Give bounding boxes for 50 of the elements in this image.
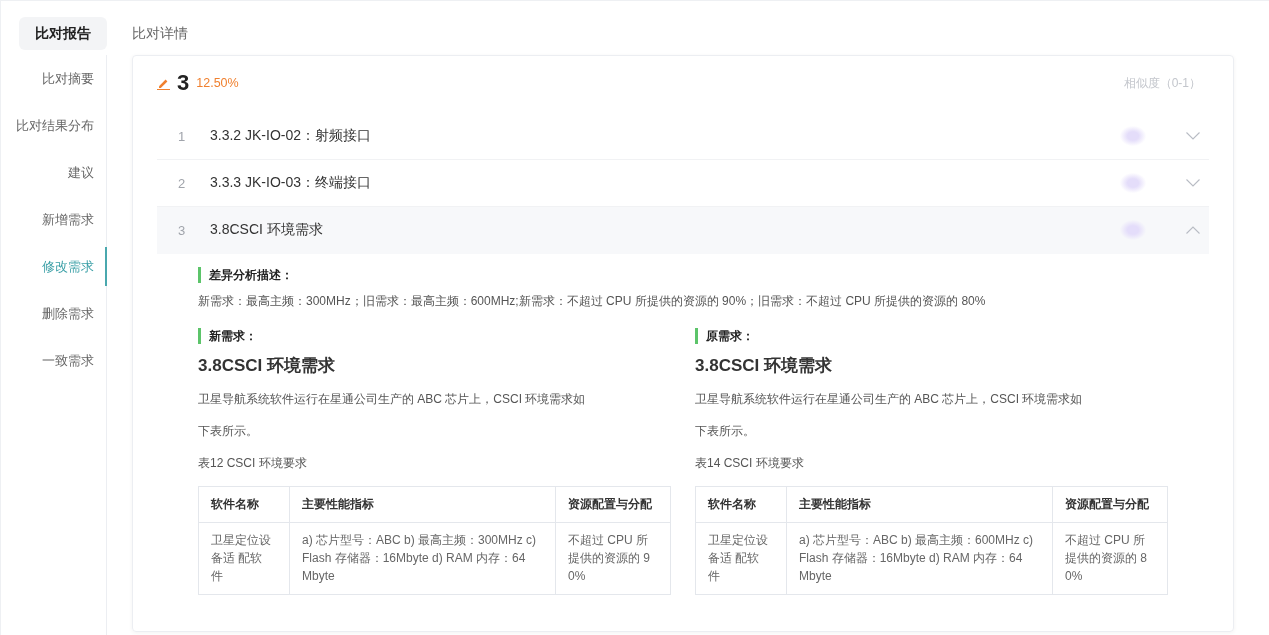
requirement-paragraph: 下表所示。 <box>198 423 259 440</box>
row-number: 2 <box>178 175 187 191</box>
blurred-value-icon <box>1120 173 1146 193</box>
sidebar-item[interactable]: 建议 <box>1 153 107 192</box>
requirement-title: 3.8CSCI 环境需求 <box>210 221 323 239</box>
section-label: 新需求： <box>198 328 670 344</box>
table-header-cell: 资源配置与分配 <box>555 486 671 523</box>
table-cell: a) 芯片型号：ABC b) 最高主频：600MHz c) Flash 存储器：16Mbyte d) RAM 内存：64 Mbyte <box>786 522 1053 595</box>
table-header-cell: 软件名称 <box>198 486 290 523</box>
requirement-heading: 3.8CSCI 环境需求 <box>695 355 833 377</box>
table-header-cell: 资源配置与分配 <box>1052 486 1168 523</box>
similarity-label: 相似度（0-1） <box>1123 74 1201 92</box>
section-label: 差异分析描述： <box>198 267 1209 283</box>
table-header-cell: 主要性能指标 <box>289 486 556 523</box>
sidebar-item[interactable]: 比对摘要 <box>1 59 107 98</box>
sidebar-item[interactable]: 比对结果分布 <box>1 106 107 145</box>
sidebar-item[interactable]: 删除需求 <box>1 294 107 333</box>
requirement-heading: 3.8CSCI 环境需求 <box>198 355 336 377</box>
requirement-row[interactable]: 1 3.3.2 JK-IO-02：射频接口 <box>157 113 1209 160</box>
table-cell: 卫星定位设备适 配软件 <box>695 522 787 595</box>
chevron-down-icon[interactable] <box>1186 179 1200 187</box>
requirement-row[interactable]: 3 3.8CSCI 环境需求 <box>157 207 1209 254</box>
requirement-title: 3.3.2 JK-IO-02：射频接口 <box>210 127 372 145</box>
requirement-paragraph: 下表所示。 <box>695 423 756 440</box>
tab[interactable]: 比对详情 <box>116 17 204 50</box>
requirement-title: 3.3.3 JK-IO-03：终端接口 <box>210 174 372 192</box>
table-header-cell: 主要性能指标 <box>786 486 1053 523</box>
change-count: 3 <box>177 70 190 96</box>
row-number: 3 <box>178 222 187 238</box>
blurred-value-icon <box>1120 126 1146 146</box>
table-caption: 表14 CSCI 环境要求 <box>695 455 805 472</box>
table-cell: 卫星定位设备适 配软件 <box>198 522 290 595</box>
table-cell: 不超过 CPU 所提供的资源的 90% <box>555 522 671 595</box>
table-cell: 不超过 CPU 所提供的资源的 80% <box>1052 522 1168 595</box>
requirement-paragraph: 卫星导航系统软件运行在星通公司生产的 ABC 芯片上，CSCI 环境需求如 <box>198 391 587 408</box>
table-cell: a) 芯片型号：ABC b) 最高主频：300MHz c) Flash 存储器：16Mbyte d) RAM 内存：64 Mbyte <box>289 522 556 595</box>
sidebar-item[interactable]: 新增需求 <box>1 200 107 239</box>
section-label: 原需求： <box>695 328 1167 344</box>
chevron-up-icon[interactable] <box>1186 226 1200 234</box>
table-header-cell: 软件名称 <box>695 486 787 523</box>
blurred-value-icon <box>1120 220 1146 240</box>
sidebar-item[interactable]: 修改需求 <box>1 247 107 286</box>
chevron-down-icon[interactable] <box>1186 132 1200 140</box>
table-caption: 表12 CSCI 环境要求 <box>198 455 308 472</box>
change-percentage: 12.50% <box>196 76 239 90</box>
diff-description: 新需求：最高主频：300MHz；旧需求：最高主频：600MHz;新需求：不超过 CPU 所提供的资源的 90%；旧需求：不超过 CPU 所提供的资源的 80% <box>198 293 987 310</box>
requirement-paragraph: 卫星导航系统软件运行在星通公司生产的 ABC 芯片上，CSCI 环境需求如 <box>695 391 1084 408</box>
row-number: 1 <box>178 128 187 144</box>
sidebar-item[interactable]: 一致需求 <box>1 341 107 380</box>
tab[interactable]: 比对报告 <box>19 17 107 50</box>
